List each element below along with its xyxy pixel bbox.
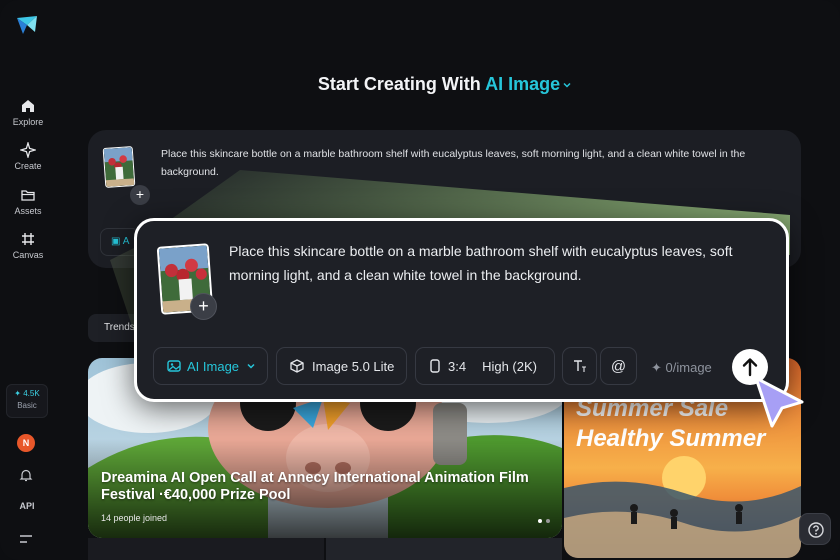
avatar[interactable]: N	[17, 434, 35, 452]
mode-label: AI Image	[485, 74, 561, 94]
api-link[interactable]: API	[0, 501, 54, 511]
title-prefix: Start Creating With	[317, 74, 481, 94]
folder-icon	[21, 190, 35, 201]
add-image-button[interactable]: +	[190, 293, 217, 320]
card-title: Dreamina AI Open Call at Annecy Internat…	[101, 470, 529, 503]
carousel-dots[interactable]	[536, 518, 556, 524]
cube-icon	[290, 359, 304, 373]
credits-badge[interactable]: ✦ 4.5K Basic	[6, 384, 48, 418]
image-icon	[167, 360, 181, 372]
text-style-button[interactable]	[562, 347, 597, 385]
help-button[interactable]	[799, 513, 831, 545]
sidebar-item-label: Assets	[14, 206, 42, 216]
app-window: Explore Create Assets Canvas ✦ 4.5K Basi…	[0, 0, 840, 560]
text-icon	[573, 360, 586, 372]
mode-dropdown-label: AI Image	[187, 358, 240, 374]
chevron-down-icon	[563, 83, 571, 88]
model-label: Image 5.0 Lite	[312, 358, 395, 374]
reference-image-thumbnail[interactable]	[102, 146, 136, 188]
chevron-down-icon	[247, 363, 255, 369]
sidebar-item-label: Canvas	[12, 250, 44, 260]
page-title: Start Creating With AI Image	[0, 74, 840, 95]
credits-value: ✦ 4.5K	[7, 389, 47, 398]
add-image-button[interactable]: +	[130, 185, 150, 205]
sidebar-item-label: Explore	[12, 117, 44, 127]
cost-label: 0/image	[665, 360, 712, 375]
credits-amount: 4.5K	[23, 389, 40, 398]
sparkle-icon: ✦	[14, 389, 21, 398]
image-icon: ▣	[111, 236, 121, 247]
generation-cost: ✦ 0/image	[651, 360, 712, 376]
gallery-card[interactable]	[88, 538, 324, 560]
sparkle-icon	[20, 142, 36, 158]
sidebar-item-create[interactable]: Create	[0, 142, 56, 171]
quality-label: High (2K)	[482, 358, 537, 374]
plus-icon: +	[135, 186, 145, 202]
pointer-cursor-icon	[754, 376, 804, 428]
mode-dropdown[interactable]: AI Image	[153, 347, 268, 385]
sidebar-item-explore[interactable]: Explore	[0, 98, 56, 127]
prompt-text-background: Place this skincare bottle on a marble b…	[161, 148, 746, 178]
sidebar-item-canvas[interactable]: Canvas	[0, 231, 56, 260]
ratio-label: 3:4	[448, 358, 467, 374]
gallery-card[interactable]	[326, 538, 562, 560]
question-icon	[808, 522, 824, 538]
grid-icon	[22, 233, 34, 245]
mode-chip-label: A	[122, 236, 130, 247]
sparkle-icon: ✦	[651, 360, 662, 375]
plus-icon: +	[198, 296, 209, 316]
home-icon	[22, 100, 34, 112]
app-logo-icon[interactable]	[14, 12, 40, 38]
card-subtitle: 14 people joined	[101, 513, 168, 523]
menu-icon[interactable]	[19, 533, 33, 545]
plan-label: Basic	[17, 401, 37, 410]
mode-selector[interactable]: AI Image	[485, 74, 572, 94]
sidebar-item-assets[interactable]: Assets	[0, 187, 56, 216]
ratio-quality-selector[interactable]: 3:4 High (2K)	[415, 347, 555, 385]
bell-icon[interactable]	[19, 468, 33, 482]
aspect-ratio-icon	[430, 359, 440, 373]
prompt-input[interactable]: Place this skincare bottle on a marble b…	[229, 239, 769, 287]
sidebar-item-label: Create	[14, 161, 42, 171]
model-selector[interactable]: Image 5.0 Lite	[276, 347, 407, 385]
at-icon: @	[610, 357, 627, 375]
mention-button[interactable]: @	[600, 347, 637, 385]
prompt-card: + Place this skincare bottle on a marble…	[134, 218, 789, 402]
